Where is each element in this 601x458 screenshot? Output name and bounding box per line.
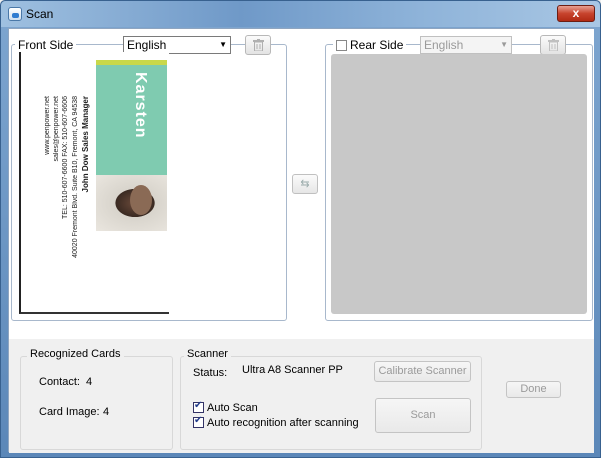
auto-scan-checkbox[interactable] [193, 400, 204, 413]
rear-side-checkbox[interactable] [336, 40, 347, 51]
close-button[interactable]: x [557, 5, 595, 22]
front-delete-button[interactable] [245, 35, 271, 55]
auto-recognition-option[interactable]: Auto recognition after scanning [193, 415, 359, 429]
scan-window: Scan x Front Side English ▼ Karsten John… [0, 0, 601, 458]
card-brand-logo: Karsten [132, 72, 149, 139]
auto-recognition-checkbox[interactable] [193, 415, 204, 428]
recognized-cards-group [20, 356, 173, 450]
window-title: Scan [26, 7, 54, 21]
scanner-title: Scanner [184, 348, 231, 360]
auto-scan-label: Auto Scan [207, 402, 258, 414]
card-web-line: www.penpower.net [44, 96, 51, 155]
contact-count-value: 4 [86, 376, 93, 388]
card-email-line: sales@penpower.net [53, 96, 60, 162]
swap-arrows-icon: ⇆ [300, 178, 310, 190]
front-language-value: English [127, 38, 167, 52]
contact-count-label: Contact: [39, 376, 80, 388]
chevron-down-icon: ▼ [219, 40, 227, 49]
scanner-status-label: Status: [193, 367, 228, 379]
rear-language-select[interactable]: English ▼ [420, 36, 512, 54]
swap-sides-button[interactable]: ⇆ [292, 174, 318, 194]
trash-icon [548, 39, 559, 51]
card-preview-area: Front Side English ▼ Karsten John Dow Sa… [9, 29, 594, 339]
front-card-image: Karsten John Dow Sales Manager 40020 Fre… [19, 52, 169, 314]
done-button[interactable]: Done [506, 381, 561, 398]
scan-button[interactable]: Scan [375, 398, 471, 433]
card-image-count-label: Card Image: [39, 406, 100, 418]
bottom-panel: Recognized Cards Contact: 4 Card Image: … [9, 339, 594, 453]
rear-side-label: Rear Side [350, 38, 404, 52]
card-image-count-value: 4 [103, 406, 110, 418]
rear-language-value: English [424, 38, 464, 52]
calibrate-scanner-button[interactable]: Calibrate Scanner [374, 361, 471, 382]
rear-card-preview [331, 54, 587, 314]
rear-delete-button[interactable] [540, 35, 566, 55]
card-portrait-photo [96, 175, 167, 231]
title-bar[interactable]: Scan x [1, 1, 600, 27]
rear-side-toggle[interactable]: Rear Side [333, 38, 407, 52]
card-address-line: 40020 Fremont Blvd. Suite B10, Fremont, … [72, 96, 79, 258]
recognized-cards-title: Recognized Cards [27, 348, 124, 360]
card-name-line: John Dow Sales Manager [81, 96, 90, 193]
auto-scan-option[interactable]: Auto Scan [193, 400, 258, 414]
card-phone-line: TEL: 510-607-6600 FAX: 510-607-6606 [62, 96, 69, 219]
auto-recognition-label: Auto recognition after scanning [207, 417, 359, 429]
trash-icon [253, 39, 264, 51]
front-side-label: Front Side [15, 38, 77, 52]
scan-client-area: Front Side English ▼ Karsten John Dow Sa… [8, 28, 594, 453]
chevron-down-icon: ▼ [500, 40, 508, 49]
scan-app-icon [8, 7, 22, 21]
scanner-status-value: Ultra A8 Scanner PP [242, 364, 343, 376]
